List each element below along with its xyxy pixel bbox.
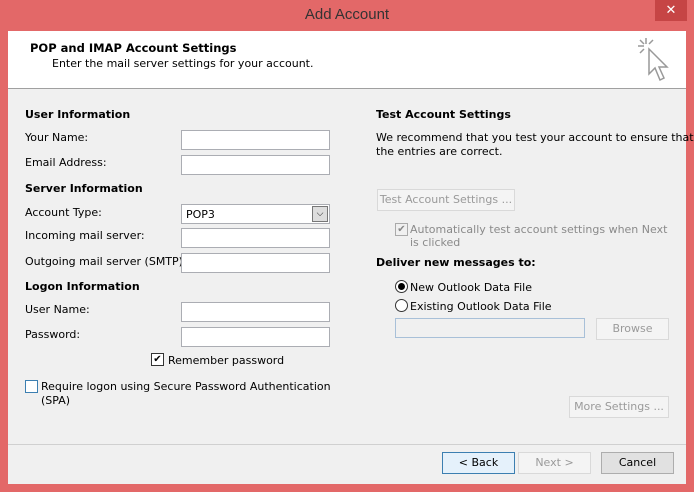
existing-data-file-label: Existing Outlook Data File [410,300,552,313]
auto-test-label: Automatically test account settings when… [410,223,668,236]
outgoing-server-label: Outgoing mail server (SMTP): [25,255,187,268]
auto-test-checkbox[interactable]: ✔ [395,223,408,236]
page-title: POP and IMAP Account Settings [30,41,237,55]
account-type-select[interactable]: POP3 ⌵ [181,204,330,224]
test-description: We recommend that you test your account … [376,131,694,144]
more-settings-button[interactable]: More Settings ... [569,396,669,418]
browse-button[interactable]: Browse [596,318,669,340]
user-info-heading: User Information [25,108,131,121]
new-data-file-radio[interactable] [395,280,408,293]
password-input[interactable] [181,327,330,347]
chevron-down-icon[interactable]: ⌵ [312,206,328,222]
your-name-label: Your Name: [25,131,89,144]
window-title: Add Account [304,6,390,23]
incoming-server-label: Incoming mail server: [25,229,145,242]
password-label: Password: [25,328,81,341]
logon-info-heading: Logon Information [25,280,140,293]
footer-divider [8,444,686,445]
data-file-path-input[interactable] [395,318,585,338]
remember-password-label: Remember password [168,354,285,367]
cursor-click-icon [638,38,669,82]
email-input[interactable] [181,155,330,175]
spa-checkbox[interactable] [25,380,38,393]
username-label: User Name: [25,303,90,316]
test-heading: Test Account Settings [376,108,511,121]
incoming-server-input[interactable] [181,228,330,248]
spa-label: Require logon using Secure Password Auth… [41,380,331,393]
cancel-button[interactable]: Cancel [601,452,674,474]
next-button[interactable]: Next > [518,452,591,474]
remember-password-checkbox[interactable]: ✔ [151,353,164,366]
outgoing-server-input[interactable] [181,253,330,273]
test-account-settings-button[interactable]: Test Account Settings ... [377,189,515,211]
deliver-heading: Deliver new messages to: [376,256,536,269]
spa-label-cont: (SPA) [41,394,71,407]
page-subtitle: Enter the mail server settings for your … [52,57,314,70]
auto-test-label-cont: is clicked [410,236,461,249]
account-type-label: Account Type: [25,206,102,219]
back-button[interactable]: < Back [442,452,515,474]
account-type-value: POP3 [186,208,215,221]
close-button[interactable]: ✕ [655,0,687,21]
new-data-file-label: New Outlook Data File [410,281,532,294]
server-info-heading: Server Information [25,182,143,195]
existing-data-file-radio[interactable] [395,299,408,312]
email-label: Email Address: [25,156,107,169]
your-name-input[interactable] [181,130,330,150]
username-input[interactable] [181,302,330,322]
test-description-cont: the entries are correct. [376,145,503,158]
